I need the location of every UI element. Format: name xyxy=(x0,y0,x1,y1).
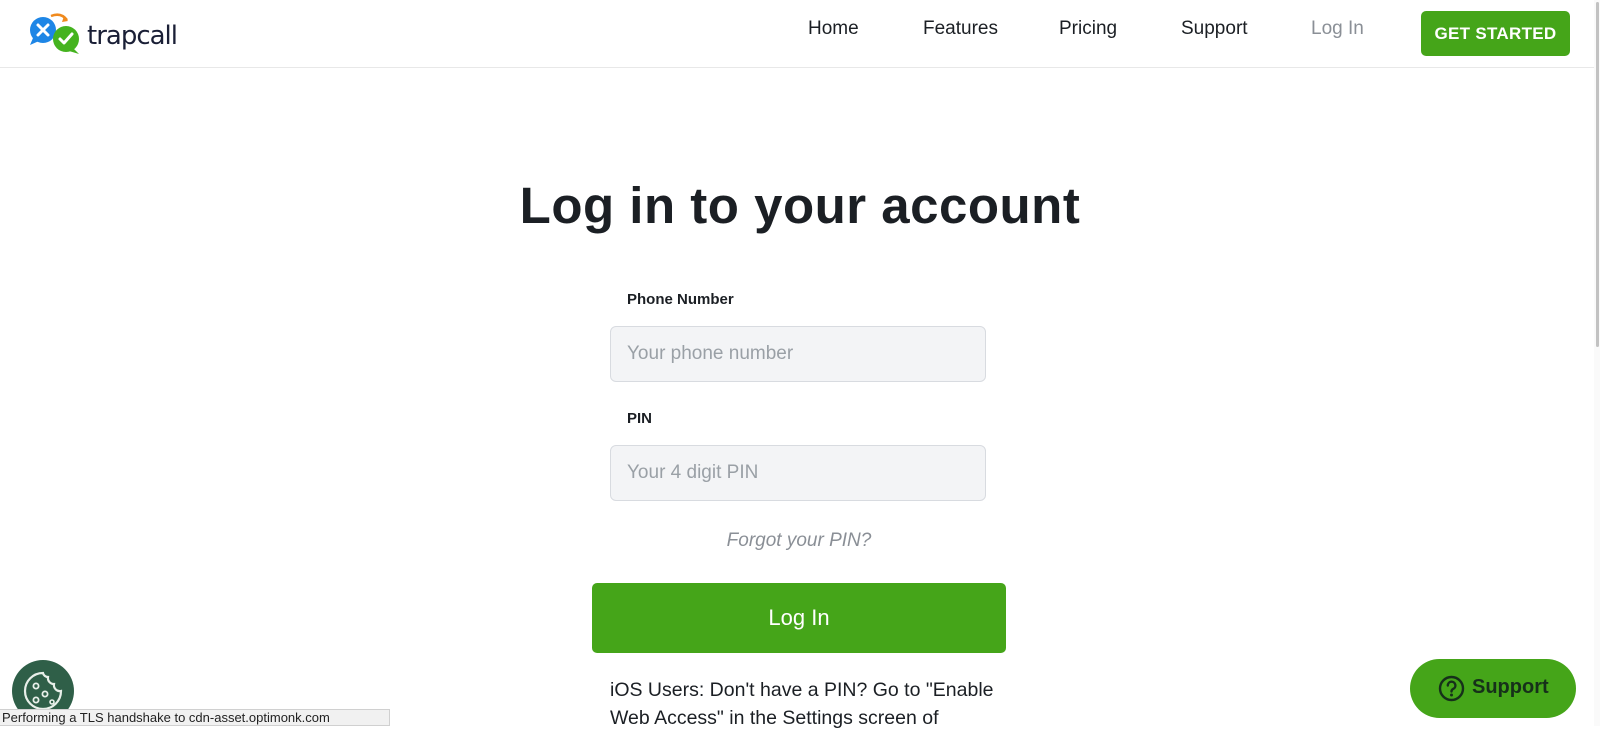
nav-support[interactable]: Support xyxy=(1181,18,1248,40)
login-button[interactable]: Log In xyxy=(592,583,1006,653)
nav-login[interactable]: Log In xyxy=(1311,18,1364,40)
scrollbar-thumb[interactable] xyxy=(1596,2,1599,347)
pin-label: PIN xyxy=(627,410,653,427)
phone-number-input[interactable] xyxy=(610,326,986,382)
get-started-button[interactable]: GET STARTED xyxy=(1421,11,1570,56)
question-circle-icon xyxy=(1438,675,1465,702)
support-widget-label: Support xyxy=(1472,676,1549,698)
nav-features[interactable]: Features xyxy=(923,18,998,40)
forgot-pin-link[interactable]: Forgot your PIN? xyxy=(0,530,1598,552)
phone-number-label: Phone Number xyxy=(627,291,734,308)
page-scrollbar[interactable] xyxy=(1594,0,1600,726)
page-title: Log in to your account xyxy=(519,177,1081,234)
logo-wordmark: trapcall xyxy=(87,21,178,51)
nav-home[interactable]: Home xyxy=(808,18,859,40)
ios-users-note: iOS Users: Don't have a PIN? Go to "Enab… xyxy=(610,679,994,729)
nav-pricing[interactable]: Pricing xyxy=(1059,18,1117,40)
site-header: trapcall Home Features Pricing Support L… xyxy=(0,0,1600,68)
support-widget-button[interactable]: Support xyxy=(1410,659,1576,718)
pin-input[interactable] xyxy=(610,445,986,501)
trapcall-logo-icon xyxy=(30,13,79,54)
trapcall-logo[interactable]: trapcall xyxy=(27,10,178,56)
browser-status-bar: Performing a TLS handshake to cdn-asset.… xyxy=(0,709,390,726)
